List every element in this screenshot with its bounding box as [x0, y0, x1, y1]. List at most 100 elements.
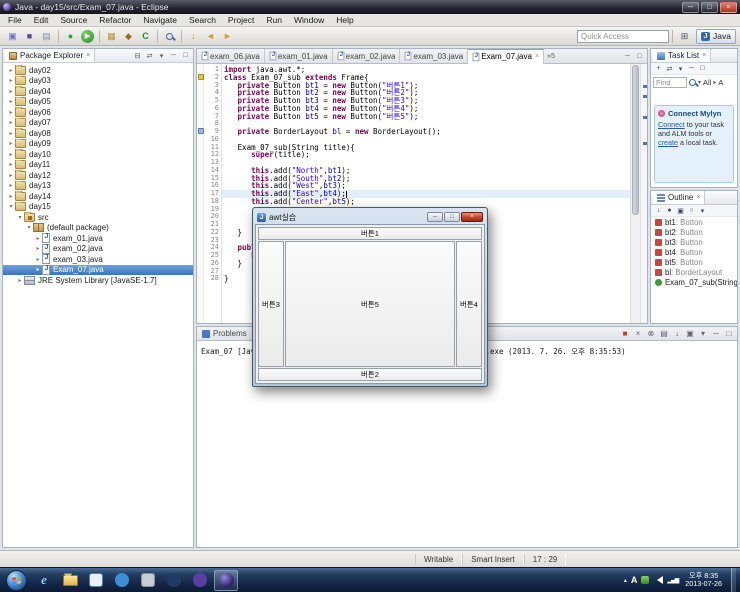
categorize-icon[interactable]: ▾ [675, 63, 686, 74]
tree-item-day11[interactable]: ▸ day11 [3, 159, 193, 171]
expand-arrow-icon[interactable]: ▸ [7, 151, 15, 158]
expand-arrow-icon[interactable]: ▸ [7, 98, 15, 105]
explorer-icon[interactable] [58, 570, 82, 591]
expand-arrow-icon[interactable]: ▸ [34, 235, 42, 242]
run-icon[interactable]: ▶ [81, 29, 94, 43]
outline-item-bl[interactable]: bl : BorderLayout [651, 267, 737, 277]
view-tab-task-list[interactable]: Task List × [653, 49, 712, 62]
app-icon-1[interactable] [84, 570, 108, 591]
hide-static-members-icon[interactable]: ▣ [675, 205, 686, 216]
view-menu-icon[interactable]: ▾ [156, 50, 167, 61]
app-icon-3[interactable] [136, 570, 160, 591]
tray-clock[interactable]: 오후 8:35 2013-07-26 [682, 571, 725, 589]
tab-overflow-indicator[interactable]: »5 [544, 53, 558, 60]
clear-console-icon[interactable]: ▤ [658, 328, 670, 340]
stop-icon[interactable]: ■ [619, 328, 631, 340]
network-icon[interactable]: ▂▄▆ [667, 577, 679, 584]
outline-item-bt4[interactable]: bt4 : Button [651, 247, 737, 257]
view-menu-icon[interactable]: ▾ [697, 205, 708, 216]
tree-item-src[interactable]: ▾ src [3, 212, 193, 223]
expand-arrow-icon[interactable]: ▸ [7, 193, 15, 200]
editor-tab-exam-03-java[interactable]: exam_03.java [400, 49, 469, 64]
new-wizard-icon[interactable]: ▣ [5, 29, 20, 44]
awt-minimize-button[interactable]: ─ [427, 212, 443, 222]
maximize-view-icon[interactable]: □ [723, 328, 735, 340]
expand-arrow-icon[interactable]: ▸ [7, 140, 15, 147]
outline-item-bt5[interactable]: bt5 : Button [651, 257, 737, 267]
awt-button-east[interactable]: 버튼4 [456, 241, 482, 367]
tree-item-day02[interactable]: ▸ day02 [3, 65, 193, 76]
sort-icon[interactable]: ↓ [653, 205, 664, 216]
tree-item-day12[interactable]: ▸ day12 [3, 170, 193, 181]
tree-item-day15[interactable]: ▾ day15 [3, 201, 193, 213]
expand-arrow-icon[interactable]: ▸ [16, 277, 24, 284]
find-scope-all-label[interactable]: All [703, 78, 711, 87]
new-class-icon[interactable]: C [138, 29, 153, 44]
expand-arrow-icon[interactable]: ▸ [7, 109, 15, 116]
editor-tab-exam-06-java[interactable]: exam_06.java [197, 49, 265, 64]
ie-icon[interactable]: e [32, 570, 56, 591]
view-close-icon[interactable]: × [696, 194, 700, 201]
awt-titlebar[interactable]: J awt실습 ─ □ × [255, 210, 485, 224]
open-perspective-icon[interactable]: ⊞ [677, 29, 692, 44]
tree-item-day04[interactable]: ▸ day04 [3, 86, 193, 97]
tree-item-day10[interactable]: ▸ day10 [3, 149, 193, 160]
forward-icon[interactable]: ► [220, 29, 235, 44]
new-java-project-icon[interactable]: ▦ [104, 29, 119, 44]
chevron-right-icon[interactable]: ▸ [713, 79, 716, 86]
remove-launch-icon[interactable]: × [632, 328, 644, 340]
hide-non-public-icon[interactable]: ○ [686, 205, 697, 216]
collapse-all-icon[interactable]: ⊟ [132, 50, 143, 61]
action-center-icon[interactable] [641, 576, 650, 584]
expand-arrow-icon[interactable]: ▸ [34, 256, 42, 263]
expand-arrow-icon[interactable]: ▸ [34, 266, 42, 273]
awt-button-west[interactable]: 버튼3 [258, 241, 284, 367]
expand-arrow-icon[interactable]: ▸ [7, 67, 15, 74]
console-menu-icon[interactable]: ▾ [697, 328, 709, 340]
tab-close-icon[interactable]: × [535, 53, 539, 60]
menu-item-window[interactable]: Window [288, 15, 330, 25]
tree-item-day08[interactable]: ▸ day08 [3, 128, 193, 139]
tree-item-day05[interactable]: ▸ day05 [3, 96, 193, 108]
app-icon-4[interactable] [162, 570, 186, 591]
editor-minimize-icon[interactable]: ─ [622, 51, 633, 62]
print-icon[interactable]: ▤ [39, 29, 54, 44]
tree-item-exam-07-java[interactable]: ▸ Exam_07.java [3, 264, 193, 275]
last-edit-location-icon[interactable]: ↓ [186, 29, 201, 44]
menu-item-refactor[interactable]: Refactor [93, 15, 137, 25]
remove-all-launches-icon[interactable]: ⊗ [645, 328, 657, 340]
editor-maximize-icon[interactable]: □ [634, 51, 645, 62]
outline-item-exam-07-sub-string[interactable]: Exam_07_sub(String) [651, 277, 737, 287]
menu-item-run[interactable]: Run [260, 15, 288, 25]
awt-maximize-button[interactable]: □ [444, 212, 460, 222]
menu-item-project[interactable]: Project [222, 15, 260, 25]
hide-fields-icon[interactable]: ● [664, 205, 675, 216]
view-tab-package-explorer[interactable]: Package Explorer × [5, 49, 96, 62]
awt-button-center[interactable]: 버튼5 [285, 241, 455, 367]
minimize-button[interactable]: ─ [682, 1, 699, 13]
code-line[interactable]: private BorderLayout bl = new BorderLayo… [224, 128, 630, 136]
outline-item-bt2[interactable]: bt2 : Button [651, 227, 737, 237]
tree-item-day07[interactable]: ▸ day07 [3, 117, 193, 129]
volume-icon[interactable] [653, 576, 664, 584]
expand-arrow-icon[interactable]: ▸ [7, 119, 15, 126]
maximize-view-icon[interactable]: □ [180, 50, 191, 61]
tree-item-day09[interactable]: ▸ day09 [3, 138, 193, 150]
mylyn-connect-link[interactable]: Connect [658, 120, 685, 129]
code-line[interactable]: private Button bt5 = new Button("버튼5"); [224, 112, 630, 121]
expand-arrow-icon[interactable]: ▾ [7, 203, 15, 210]
scroll-lock-icon[interactable]: ↓ [671, 328, 683, 340]
menu-item-source[interactable]: Source [54, 15, 93, 25]
minimize-view-icon[interactable]: ─ [168, 50, 179, 61]
start-button[interactable] [6, 569, 27, 591]
maximize-view-icon[interactable]: □ [697, 63, 708, 74]
expand-arrow-icon[interactable]: ▸ [7, 130, 15, 137]
editor-tab-exam-07-java[interactable]: Exam_07.java× [468, 49, 545, 64]
menu-item-help[interactable]: Help [330, 15, 359, 25]
find-input[interactable] [653, 76, 687, 88]
editor-tab-exam-02-java[interactable]: exam_02.java [333, 49, 401, 64]
tree-item-day13[interactable]: ▸ day13 [3, 180, 193, 192]
expand-arrow-icon[interactable]: ▸ [7, 161, 15, 168]
code-line[interactable]: super(title); [224, 151, 630, 159]
outline-item-bt3[interactable]: bt3 : Button [651, 237, 737, 247]
